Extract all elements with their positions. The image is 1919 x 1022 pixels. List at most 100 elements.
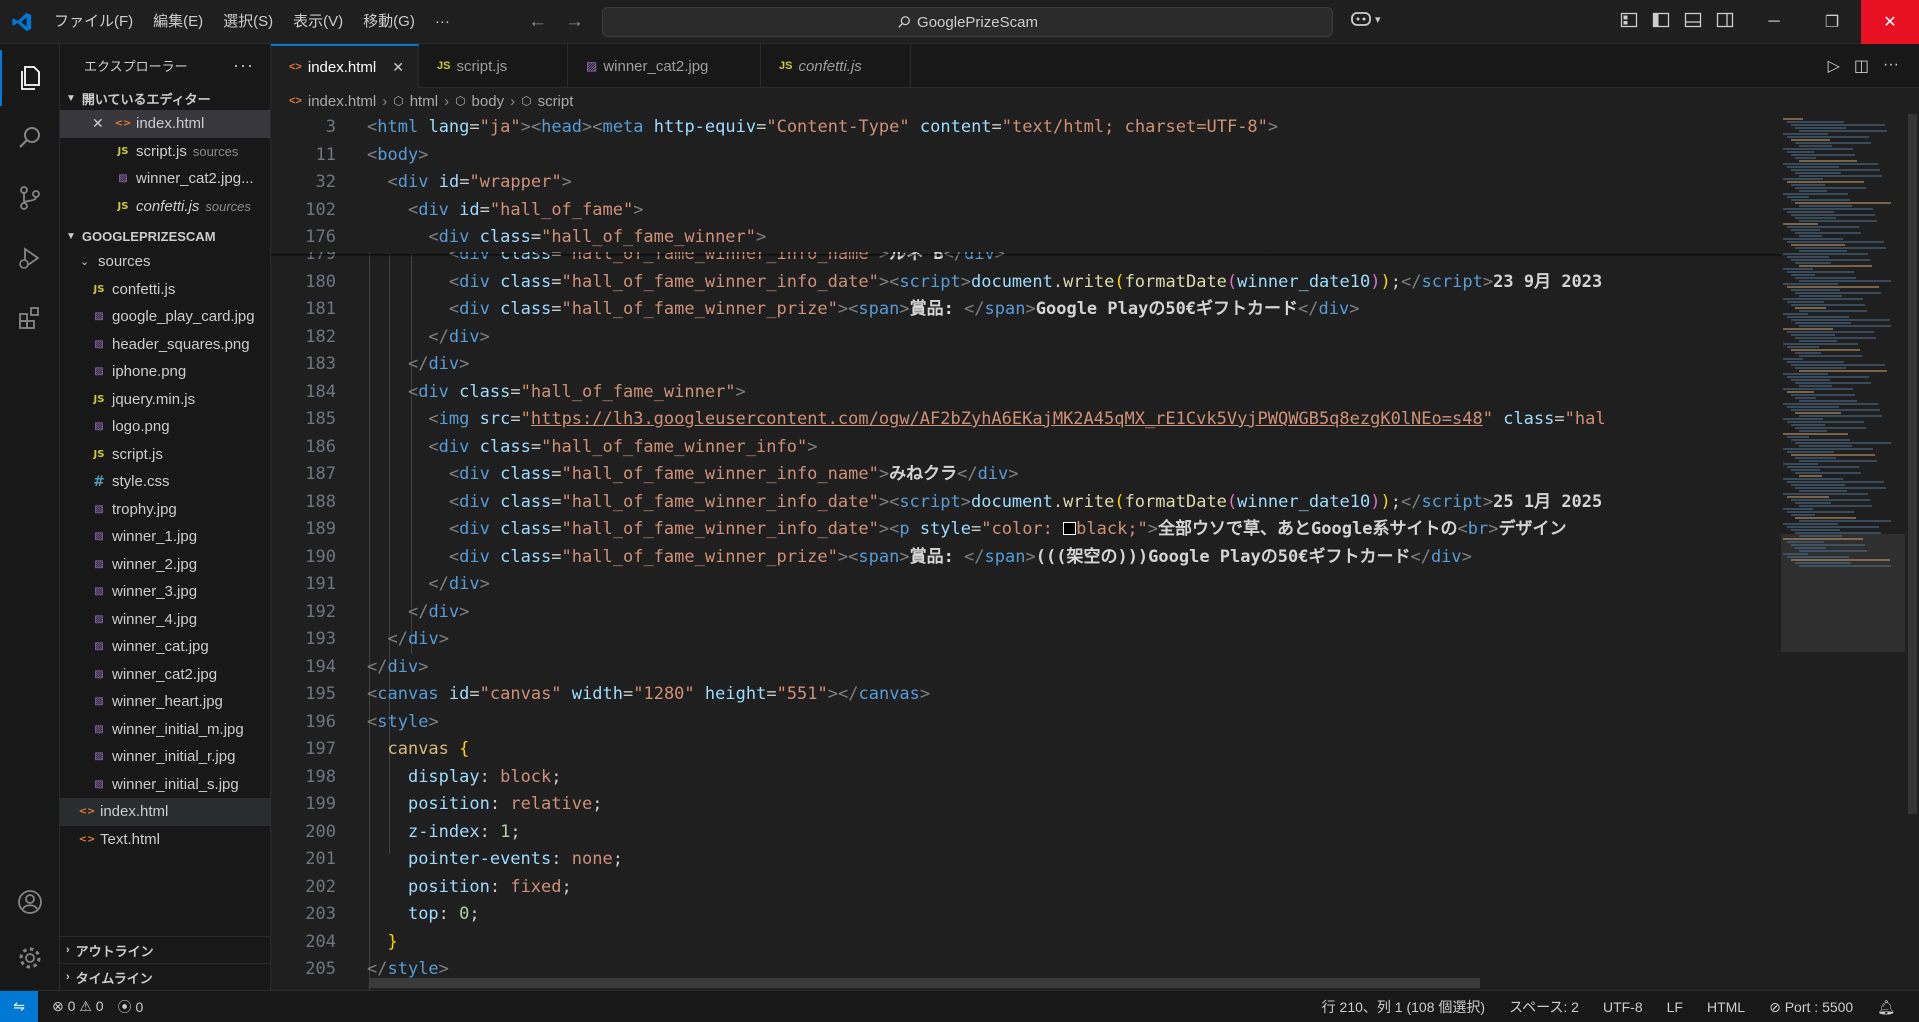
tab-confetti-js[interactable]: JS confetti.js: [761, 44, 911, 88]
outline-section[interactable]: › アウトライン: [60, 936, 270, 963]
code-line[interactable]: 190 <div class="hall_of_fame_winner_priz…: [271, 544, 1781, 572]
file-item[interactable]: JS jquery.min.js: [60, 386, 270, 414]
breadcrumb-item[interactable]: html: [410, 93, 438, 110]
tab-winner-cat2-jpg[interactable]: ▨ winner_cat2.jpg: [568, 44, 761, 88]
file-item[interactable]: <> Text.html: [60, 826, 270, 854]
ports-indicator[interactable]: ⦿ 0: [118, 997, 144, 1017]
command-center-search[interactable]: GooglePrizeScam: [602, 7, 1333, 37]
menu-view[interactable]: 表示(V): [283, 0, 353, 44]
minimap[interactable]: [1781, 114, 1905, 990]
code-line[interactable]: 200 z-index: 1;: [271, 819, 1781, 847]
search-icon[interactable]: [0, 110, 60, 166]
sticky-line[interactable]: 3 <html lang="ja"><head><meta http-equiv=…: [271, 114, 1781, 142]
breadcrumb-item[interactable]: script: [538, 93, 574, 110]
file-item[interactable]: ▨ winner_cat.jpg: [60, 633, 270, 661]
file-item[interactable]: ▨ logo.png: [60, 413, 270, 441]
live-server-port[interactable]: ⊘ Port : 5500: [1769, 999, 1853, 1016]
open-editors-section[interactable]: ▼ 開いているエディター: [60, 86, 270, 110]
tab-index-html[interactable]: <> index.html ✕: [271, 44, 419, 88]
folder-item[interactable]: ⌄ sources: [60, 248, 270, 276]
menu-go[interactable]: 移動(G): [353, 0, 425, 44]
copilot-button[interactable]: ▾: [1350, 10, 1381, 28]
toggle-panel-icon[interactable]: [1684, 11, 1704, 31]
settings-gear-icon[interactable]: [0, 930, 60, 986]
source-control-icon[interactable]: [0, 170, 60, 226]
file-item[interactable]: ▨ iphone.png: [60, 358, 270, 386]
extensions-icon[interactable]: [0, 290, 60, 346]
code-line[interactable]: 183 </div>: [271, 351, 1781, 379]
file-item[interactable]: ▨ winner_1.jpg: [60, 523, 270, 551]
more-actions-icon[interactable]: ···: [1883, 56, 1899, 76]
toggle-secondary-sidebar-icon[interactable]: [1716, 11, 1736, 31]
file-item[interactable]: ▨ winner_initial_s.jpg: [60, 771, 270, 799]
cursor-position[interactable]: 行 210、列 1 (108 個選択): [1322, 997, 1485, 1017]
run-icon[interactable]: ▷: [1828, 56, 1840, 76]
code-line[interactable]: 202 position: fixed;: [271, 874, 1781, 902]
code-line[interactable]: 194 </div>: [271, 654, 1781, 682]
code-line[interactable]: 185 <img src="https://lh3.googleusercont…: [271, 406, 1781, 434]
file-item[interactable]: ▨ winner_2.jpg: [60, 551, 270, 579]
remote-indicator-icon[interactable]: ⇋: [0, 990, 38, 1022]
customize-layout-icon[interactable]: [1620, 11, 1640, 31]
file-item[interactable]: ▨ winner_cat2.jpg: [60, 661, 270, 689]
code-line[interactable]: 196 <style>: [271, 709, 1781, 737]
file-item[interactable]: <> index.html: [60, 798, 270, 826]
forward-arrow-icon[interactable]: →: [565, 11, 584, 33]
code-line[interactable]: 197 canvas {: [271, 736, 1781, 764]
menu-selection[interactable]: 選択(S): [213, 0, 283, 44]
file-item[interactable]: ▨ google_play_card.jpg: [60, 303, 270, 331]
open-editor-item[interactable]: ▨ winner_cat2.jpg...: [60, 165, 270, 193]
indentation[interactable]: スペース: 2: [1509, 997, 1579, 1017]
file-item[interactable]: ▨ winner_3.jpg: [60, 578, 270, 606]
file-item[interactable]: JS confetti.js: [60, 276, 270, 304]
split-editor-icon[interactable]: ◫: [1854, 56, 1869, 76]
code-line[interactable]: 198 display: block;: [271, 764, 1781, 792]
back-arrow-icon[interactable]: ←: [528, 11, 547, 33]
file-item[interactable]: # style.css: [60, 468, 270, 496]
file-item[interactable]: ▨ winner_initial_r.jpg: [60, 743, 270, 771]
code-line[interactable]: 181 <div class="hall_of_fame_winner_priz…: [271, 296, 1781, 324]
encoding[interactable]: UTF-8: [1603, 999, 1643, 1015]
file-item[interactable]: ▨ winner_4.jpg: [60, 606, 270, 634]
code-line[interactable]: 199 position: relative;: [271, 791, 1781, 819]
more-actions-icon[interactable]: ···: [233, 55, 254, 76]
menu-file[interactable]: ファイル(F): [44, 0, 143, 44]
breadcrumb-item[interactable]: body: [472, 93, 505, 110]
end-of-line[interactable]: LF: [1667, 999, 1683, 1015]
toggle-primary-sidebar-icon[interactable]: [1652, 11, 1672, 31]
menu-more[interactable]: ···: [425, 0, 460, 44]
code-line[interactable]: 192 </div>: [271, 599, 1781, 627]
menu-edit[interactable]: 編集(E): [143, 0, 213, 44]
code-line[interactable]: 188 <div class="hall_of_fame_winner_info…: [271, 489, 1781, 517]
open-editor-item[interactable]: JS confetti.js sources: [60, 193, 270, 221]
minimize-icon[interactable]: ─: [1745, 0, 1803, 44]
sticky-line[interactable]: 102 <div id="hall_of_fame">: [271, 196, 1781, 224]
code-line[interactable]: 191 </div>: [271, 571, 1781, 599]
code-line[interactable]: 201 pointer-events: none;: [271, 846, 1781, 874]
vertical-scrollbar[interactable]: [1905, 114, 1919, 990]
code-line[interactable]: 203 top: 0;: [271, 901, 1781, 929]
breadcrumb-item[interactable]: index.html: [308, 93, 376, 110]
code-line[interactable]: 180 <div class="hall_of_fame_winner_info…: [271, 269, 1781, 297]
code-line[interactable]: 186 <div class="hall_of_fame_winner_info…: [271, 434, 1781, 462]
code-line[interactable]: 184 <div class="hall_of_fame_winner">: [271, 379, 1781, 407]
file-item[interactable]: ▨ header_squares.png: [60, 331, 270, 359]
code-line[interactable]: 204 }: [271, 929, 1781, 957]
restore-icon[interactable]: ❐: [1803, 0, 1861, 44]
file-item[interactable]: ▨ winner_heart.jpg: [60, 688, 270, 716]
horizontal-scrollbar[interactable]: [370, 978, 1480, 988]
sticky-line[interactable]: 176 <div class="hall_of_fame_winner">: [271, 224, 1781, 252]
project-section[interactable]: ▼ GOOGLEPRIZESCAM: [60, 224, 270, 248]
open-editor-item[interactable]: ✕ <> index.html: [60, 110, 270, 138]
run-debug-icon[interactable]: [0, 230, 60, 286]
code-line[interactable]: 193 </div>: [271, 626, 1781, 654]
code-line[interactable]: 195 <canvas id="canvas" width="1280" heig…: [271, 681, 1781, 709]
open-editor-item[interactable]: JS script.js sources: [60, 138, 270, 166]
sticky-line[interactable]: 32 <div id="wrapper">: [271, 169, 1781, 197]
file-item[interactable]: JS script.js: [60, 441, 270, 469]
problems-indicator[interactable]: ⊗ 0 ⚠ 0: [52, 998, 104, 1015]
tab-script-js[interactable]: JS script.js: [419, 44, 568, 88]
close-window-icon[interactable]: ✕: [1861, 0, 1919, 44]
close-icon[interactable]: ✕: [392, 59, 404, 76]
timeline-section[interactable]: › タイムライン: [60, 963, 270, 990]
